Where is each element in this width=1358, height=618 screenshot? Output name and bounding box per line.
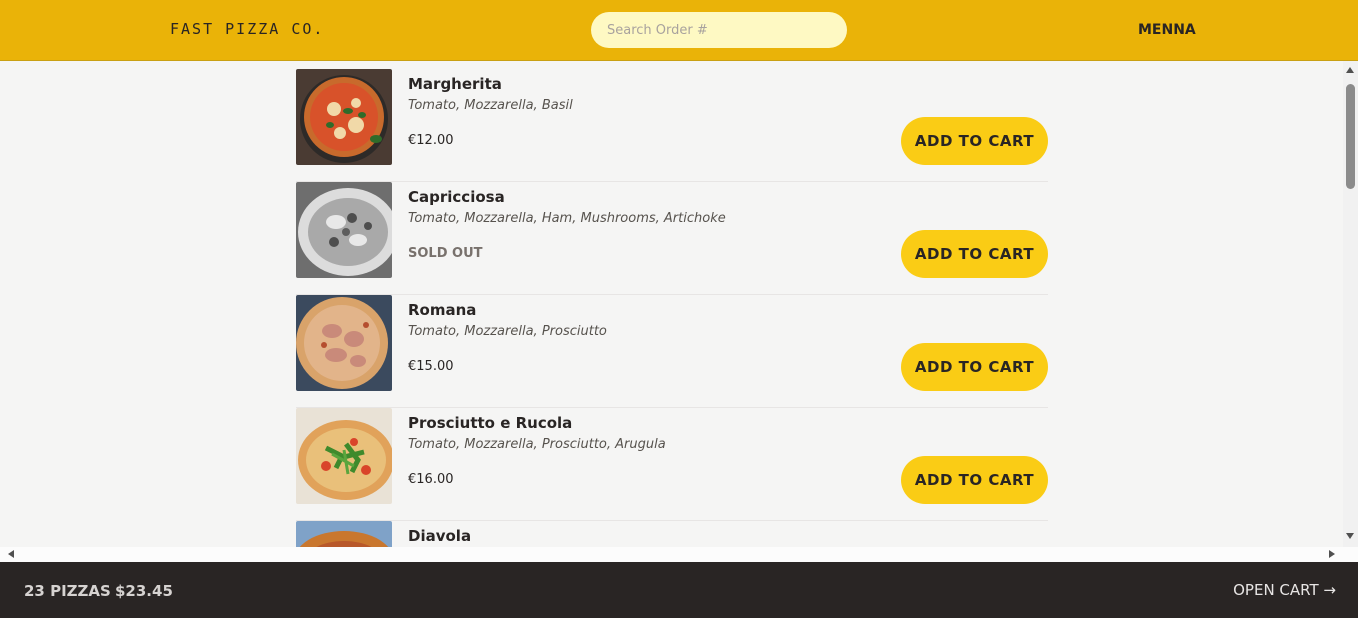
pizza-price: €16.00 — [408, 472, 454, 487]
menu-item-margherita: Margherita Tomato, Mozzarella, Basil €12… — [296, 69, 1048, 182]
pizza-ingredients: Tomato, Mozzarella, Basil — [408, 98, 573, 113]
open-cart-link[interactable]: Open cart → — [1233, 581, 1336, 599]
pizza-name: Prosciutto e Rucola — [408, 414, 573, 432]
vertical-scrollbar[interactable] — [1343, 61, 1358, 547]
menu-item-prosciutto-e-rucola: Prosciutto e Rucola Tomato, Mozzarella, … — [296, 408, 1048, 521]
menu-item-romana: Romana Tomato, Mozzarella, Prosciutto €1… — [296, 295, 1048, 408]
pizza-price: €12.00 — [408, 133, 454, 148]
pizza-name: Diavola — [408, 527, 472, 545]
pizza-ingredients: Tomato, Mozzarella, Prosciutto, Arugula — [408, 437, 666, 452]
add-to-cart-button[interactable]: ADD TO CART — [901, 230, 1048, 278]
pizza-image — [296, 408, 392, 504]
menu-content: Margherita Tomato, Mozzarella, Basil €12… — [0, 61, 1343, 547]
pizza-name: Romana — [408, 301, 477, 319]
pizza-name: Margherita — [408, 75, 502, 93]
cart-pizza-count: 23 pizzas — [24, 582, 111, 600]
pizza-image — [296, 69, 392, 165]
scroll-up-icon[interactable] — [1346, 67, 1354, 73]
pizza-name: Capricciosa — [408, 188, 505, 206]
scroll-right-icon[interactable] — [1329, 550, 1335, 558]
pizza-ingredients: Tomato, Mozzarella, Ham, Mushrooms, Arti… — [408, 211, 726, 226]
scroll-left-icon[interactable] — [8, 550, 14, 558]
add-to-cart-button[interactable]: ADD TO CART — [901, 117, 1048, 165]
add-to-cart-button[interactable]: ADD TO CART — [901, 456, 1048, 504]
pizza-image — [296, 182, 392, 278]
cart-overview: 23 pizzas $23.45 Open cart → — [0, 562, 1358, 618]
logo-link[interactable]: Fast Pizza Co. — [170, 20, 324, 38]
menu-list: Margherita Tomato, Mozzarella, Basil €12… — [296, 61, 1048, 547]
menu-item-diavola: Diavola — [296, 521, 1048, 547]
pizza-image — [296, 295, 392, 391]
search-order-input[interactable] — [591, 12, 847, 48]
horizontal-scrollbar[interactable] — [0, 547, 1343, 562]
app-header: Fast Pizza Co. MENNA — [0, 0, 1358, 61]
pizza-image — [296, 521, 392, 547]
scroll-down-icon[interactable] — [1346, 533, 1354, 539]
scroll-thumb[interactable] — [1346, 84, 1355, 189]
pizza-price: €15.00 — [408, 359, 454, 374]
menu-item-capricciosa: Capricciosa Tomato, Mozzarella, Ham, Mus… — [296, 182, 1048, 295]
cart-total-price: $23.45 — [115, 582, 173, 600]
username: MENNA — [1138, 22, 1196, 38]
add-to-cart-button[interactable]: ADD TO CART — [901, 343, 1048, 391]
scrollbar-corner — [1343, 547, 1358, 562]
pizza-ingredients: Tomato, Mozzarella, Prosciutto — [408, 324, 607, 339]
sold-out-label: SOLD OUT — [408, 246, 483, 261]
